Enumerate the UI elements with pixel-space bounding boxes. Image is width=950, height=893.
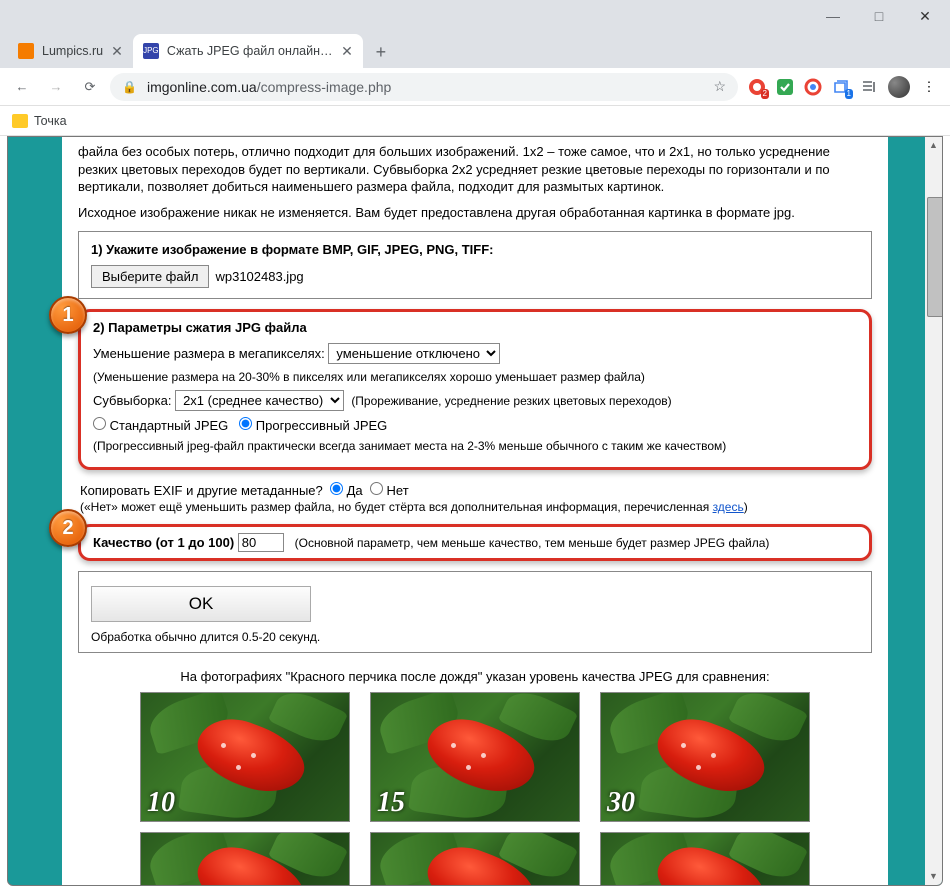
exif-here-link[interactable]: здесь [713,500,744,514]
sample-thumb [140,832,350,886]
extension-icon[interactable]: 2 [748,78,766,96]
scroll-down-icon[interactable]: ▼ [925,868,942,885]
kebab-icon: ⋮ [923,79,936,95]
processing-note: Обработка обычно длится 0.5-20 секунд. [91,630,859,644]
subsampling-note: (Прореживание, усреднение резких цветовы… [351,394,671,408]
step2-heading: 2) Параметры сжатия JPG файла [93,320,857,335]
window-minimize-button[interactable]: — [810,0,856,32]
samples-caption: На фотографиях "Красного перчика после д… [78,669,872,684]
window-titlebar: — □ ✕ [0,0,950,32]
page-content: файла без особых потерь, отлично подходи… [62,137,888,886]
maximize-icon: □ [875,8,883,24]
sample-thumb [600,832,810,886]
window-maximize-button[interactable]: □ [856,0,902,32]
bookmark-label: Точка [34,114,67,128]
minimize-icon: — [826,8,840,24]
extension-icon[interactable]: 1 [832,78,850,96]
window-close-button[interactable]: ✕ [902,0,948,32]
choose-file-button[interactable]: Выберите файл [91,265,209,288]
plus-icon: + [376,42,387,63]
page-viewport: ▲ ▼ файла без особых потерь, отлично под… [7,136,943,886]
megapixel-note: (Уменьшение размера на 20-30% в пикселях… [93,370,857,384]
intro-text: файла без особых потерь, отлично подходи… [78,143,872,196]
exif-note-tail: ) [744,500,748,514]
bookmarks-bar: Точка [0,106,950,136]
url-path: /compress-image.php [257,79,392,95]
quality-label-overlay: 15 [377,787,405,819]
radio-label: Да [347,483,363,498]
sample-thumbs-row: 10 15 30 [78,692,872,822]
step2-box: 1 2) Параметры сжатия JPG файла Уменьшен… [78,309,872,470]
bookmark-star-icon[interactable]: ☆ [713,78,726,95]
extension-icon[interactable] [804,78,822,96]
badge: 2 [761,89,769,99]
menu-button[interactable]: ⋮ [920,78,938,96]
megapixel-label: Уменьшение размера в мегапикселях: [93,346,325,361]
tab-imgonline[interactable]: JPG Сжать JPEG файл онлайн - IMG ✕ [133,34,363,68]
close-icon: ✕ [919,8,931,25]
subsampling-select[interactable]: 2x1 (среднее качество) [175,390,344,411]
jpeg-progressive-radio[interactable]: Прогрессивный JPEG [239,418,387,433]
jpeg-standard-radio[interactable]: Стандартный JPEG [93,418,228,433]
quality-note: (Основной параметр, чем меньше качество,… [295,536,770,550]
radio-label: Прогрессивный JPEG [256,418,388,433]
scrollbar-thumb[interactable] [927,197,943,317]
jpeg-type-note: (Прогрессивный jpeg-файл практически все… [93,439,857,453]
arrow-left-icon: ← [16,79,29,94]
megapixel-select[interactable]: уменьшение отключено [328,343,500,364]
extension-icons: 2 1 ⋮ [744,76,942,98]
tab-title: Сжать JPEG файл онлайн - IMG [167,44,333,58]
badge: 1 [845,89,853,99]
callout-badge-1: 1 [49,296,87,334]
arrow-right-icon: → [50,79,63,94]
bookmark-folder[interactable]: Точка [12,114,67,128]
lock-icon: 🔒 [122,80,137,94]
address-bar[interactable]: 🔒 imgonline.com.ua/compress-image.php ☆ [110,73,738,101]
sample-thumb: 15 [370,692,580,822]
ok-button[interactable]: OK [91,586,311,622]
quality-box: 2 Качество (от 1 до 100) (Основной парам… [78,524,872,561]
reload-icon: ⟳ [85,79,96,95]
forward-button[interactable]: → [42,73,70,101]
quality-label: Качество (от 1 до 100) [93,535,234,550]
sample-thumb [370,832,580,886]
radio-label: Стандартный JPEG [110,418,229,433]
reading-list-icon[interactable] [860,78,878,96]
url-host: imgonline.com.ua [147,79,257,95]
tab-lumpics[interactable]: Lumpics.ru ✕ [8,34,133,68]
new-tab-button[interactable]: + [367,38,395,66]
tab-strip: Lumpics.ru ✕ JPG Сжать JPEG файл онлайн … [0,32,950,68]
radio-label: Нет [387,483,409,498]
sample-thumbs-row-2 [78,832,872,886]
vertical-scrollbar[interactable]: ▲ ▼ [925,137,942,885]
quality-input[interactable] [238,533,284,552]
tab-close-icon[interactable]: ✕ [341,43,353,60]
step1-heading: 1) Укажите изображение в формате BMP, GI… [91,242,859,257]
exif-note: («Нет» может ещё уменьшить размер файла,… [80,500,713,514]
exif-no-radio[interactable]: Нет [370,483,409,498]
step1-box: 1) Укажите изображение в формате BMP, GI… [78,231,872,299]
scroll-up-icon[interactable]: ▲ [925,137,942,154]
reload-button[interactable]: ⟳ [76,73,104,101]
selected-filename: wp3102483.jpg [215,269,303,284]
submit-box: OK Обработка обычно длится 0.5-20 секунд… [78,571,872,653]
sample-thumb: 10 [140,692,350,822]
extension-icon[interactable] [776,78,794,96]
favicon-icon [18,43,34,59]
quality-label-overlay: 10 [147,787,175,819]
favicon-icon: JPG [143,43,159,59]
browser-toolbar: ← → ⟳ 🔒 imgonline.com.ua/compress-image.… [0,68,950,106]
intro-text: Исходное изображение никак не изменяется… [78,204,872,222]
profile-avatar[interactable] [888,76,910,98]
tab-title: Lumpics.ru [42,44,103,58]
tab-close-icon[interactable]: ✕ [111,43,123,60]
exif-label: Копировать EXIF и другие метаданные? [80,483,323,498]
back-button[interactable]: ← [8,73,36,101]
sample-thumb: 30 [600,692,810,822]
subsampling-label: Субвыборка: [93,393,171,408]
quality-label-overlay: 30 [607,787,635,819]
folder-icon [12,114,28,128]
exif-yes-radio[interactable]: Да [330,483,363,498]
callout-badge-2: 2 [49,509,87,547]
